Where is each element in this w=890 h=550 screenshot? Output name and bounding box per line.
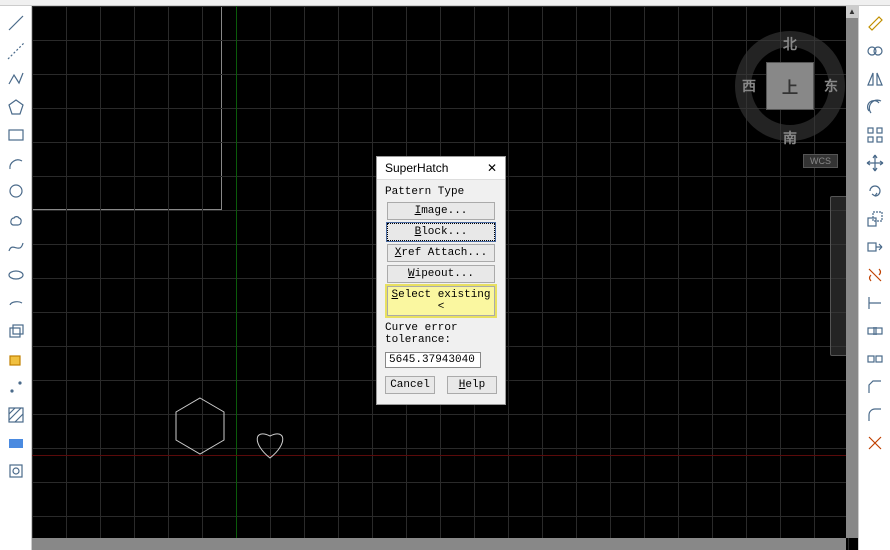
- x-axis: [32, 455, 858, 456]
- erase-tool-icon[interactable]: [862, 10, 888, 36]
- scale-tool-icon[interactable]: [862, 206, 888, 232]
- select-button-rest: elect existing <: [398, 289, 490, 313]
- extend-tool-icon[interactable]: [862, 290, 888, 316]
- polygon-tool-icon[interactable]: [3, 94, 29, 120]
- fillet-tool-icon[interactable]: [862, 402, 888, 428]
- help-button-rest: elp: [465, 379, 485, 391]
- insert-block-tool-icon[interactable]: [3, 318, 29, 344]
- offset-tool-icon[interactable]: [862, 94, 888, 120]
- array-tool-icon[interactable]: [862, 122, 888, 148]
- dialog-title: SuperHatch: [385, 161, 448, 175]
- select-existing-button[interactable]: Select existing <: [387, 286, 495, 316]
- construction-line-tool-icon[interactable]: [3, 38, 29, 64]
- close-icon[interactable]: ✕: [487, 161, 497, 175]
- block-button-rest: lock...: [421, 226, 467, 238]
- horizontal-scrollbar[interactable]: [32, 538, 846, 550]
- ellipse-tool-icon[interactable]: [3, 262, 29, 288]
- hatch-tool-icon[interactable]: [3, 402, 29, 428]
- circle-tool-icon[interactable]: [3, 178, 29, 204]
- revision-cloud-tool-icon[interactable]: [3, 206, 29, 232]
- stretch-tool-icon[interactable]: [862, 234, 888, 260]
- xref-attach-button[interactable]: Xref Attach...: [387, 244, 495, 262]
- move-tool-icon[interactable]: [862, 150, 888, 176]
- arc-tool-icon[interactable]: [3, 150, 29, 176]
- cancel-button[interactable]: Cancel: [385, 376, 435, 394]
- left-toolbar: [0, 6, 32, 550]
- viewcube-north[interactable]: 北: [783, 34, 797, 54]
- help-button[interactable]: Help: [447, 376, 497, 394]
- drawing-canvas[interactable]: 北 南 西 东 上 WCS ▲ SuperHatch ✕ Pattern Typ…: [32, 6, 858, 550]
- viewcube-south[interactable]: 南: [783, 128, 797, 148]
- rectangle-tool-icon[interactable]: [3, 122, 29, 148]
- pattern-type-label: Pattern Type: [385, 186, 497, 198]
- dialog-titlebar[interactable]: SuperHatch ✕: [377, 157, 505, 180]
- region-tool-icon[interactable]: [3, 458, 29, 484]
- scroll-up-arrow[interactable]: ▲: [846, 6, 858, 18]
- join-tool-icon[interactable]: [862, 346, 888, 372]
- ellipse-arc-tool-icon[interactable]: [3, 290, 29, 316]
- spline-tool-icon[interactable]: [3, 234, 29, 260]
- viewcube[interactable]: 北 南 西 东 上: [730, 16, 850, 156]
- xref-button-rest: ref Attach...: [401, 247, 487, 259]
- explode-tool-icon[interactable]: [862, 430, 888, 456]
- wipeout-button[interactable]: Wipeout...: [387, 265, 495, 283]
- wipeout-button-rest: ipeout...: [415, 268, 474, 280]
- break-tool-icon[interactable]: [862, 318, 888, 344]
- line-tool-icon[interactable]: [3, 10, 29, 36]
- y-axis: [236, 6, 237, 550]
- chamfer-tool-icon[interactable]: [862, 374, 888, 400]
- make-block-tool-icon[interactable]: [3, 346, 29, 372]
- tolerance-input[interactable]: [385, 352, 481, 368]
- tolerance-label: Curve error tolerance:: [385, 322, 497, 346]
- trim-tool-icon[interactable]: [862, 262, 888, 288]
- copy-tool-icon[interactable]: [862, 38, 888, 64]
- vertical-scrollbar[interactable]: ▲: [846, 6, 858, 538]
- image-button-rest: mage...: [421, 205, 467, 217]
- gradient-tool-icon[interactable]: [3, 430, 29, 456]
- mirror-tool-icon[interactable]: [862, 66, 888, 92]
- wcs-label[interactable]: WCS: [803, 154, 838, 168]
- image-button[interactable]: Image...: [387, 202, 495, 220]
- block-button[interactable]: Block...: [387, 223, 495, 241]
- polyline-tool-icon[interactable]: [3, 66, 29, 92]
- hexagon-shape[interactable]: [174, 396, 226, 456]
- right-toolbar: [858, 6, 890, 550]
- superhatch-dialog: SuperHatch ✕ Pattern Type Image... Block…: [376, 156, 506, 405]
- heart-shape[interactable]: [250, 426, 290, 462]
- viewcube-east[interactable]: 东: [824, 76, 838, 96]
- viewcube-west[interactable]: 西: [742, 76, 756, 96]
- point-tool-icon[interactable]: [3, 374, 29, 400]
- rotate-tool-icon[interactable]: [862, 178, 888, 204]
- viewcube-top-face[interactable]: 上: [766, 62, 814, 110]
